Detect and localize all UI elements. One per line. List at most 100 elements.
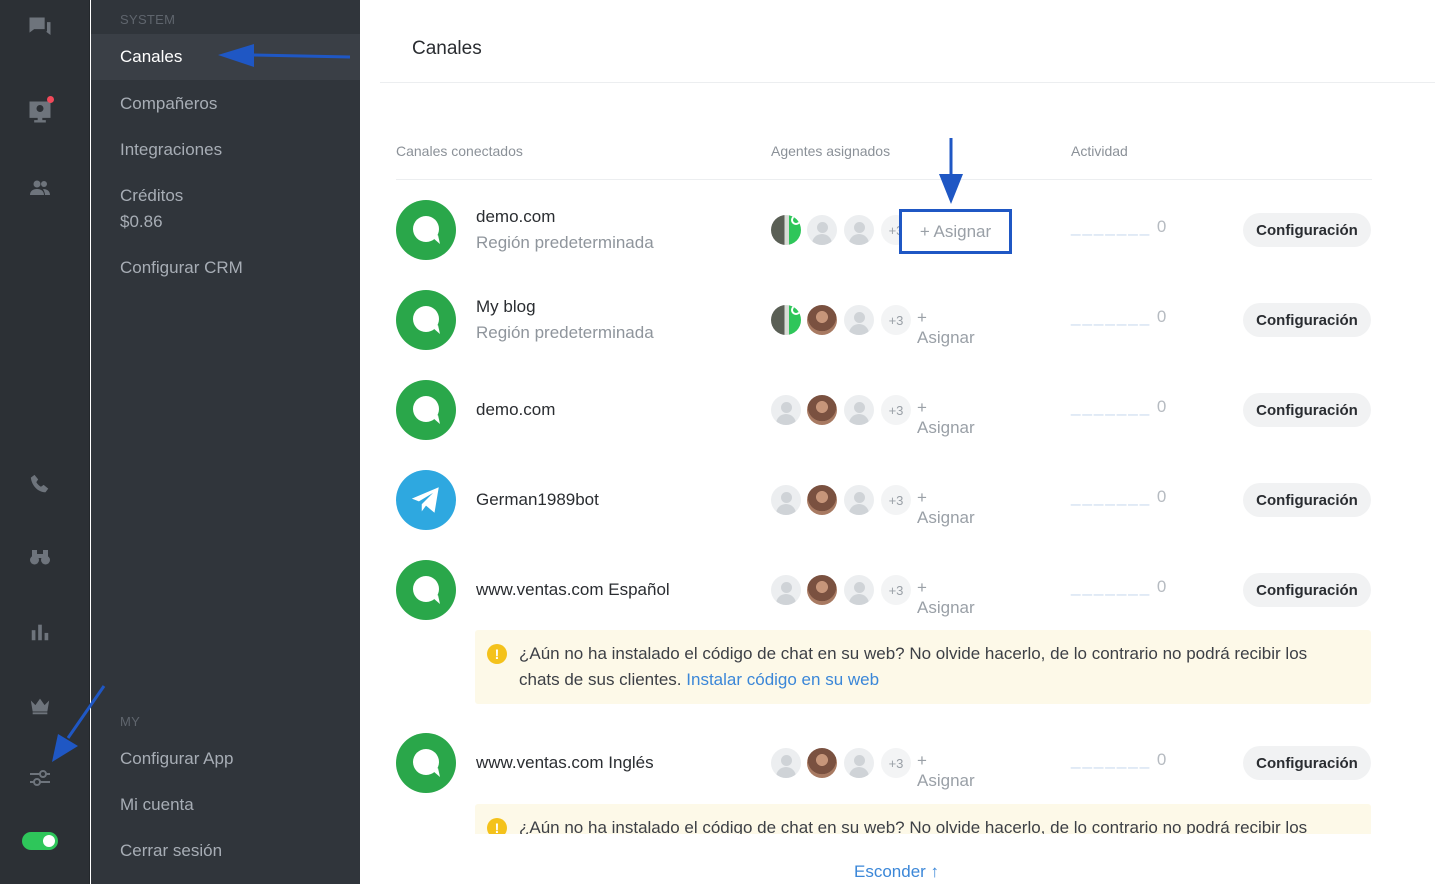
more-agents-badge[interactable]: +3 [881,485,911,515]
channel-name: German1989bot [476,490,599,509]
online-status-toggle[interactable] [22,832,58,850]
channel-row: German1989bot +3 + Asignar _______ 0 Con… [396,470,1372,530]
menu-section-system: SYSTEM [120,12,176,27]
assign-agent-button[interactable]: + Asignar [917,308,975,348]
scroll-clip: ! ¿Aún no ha instalado el código de chat… [360,804,1435,834]
activity-indicator: _______ 0 [1071,577,1168,596]
assign-agent-button[interactable]: + Asignar [917,578,975,618]
channel-row: My blog Región predeterminada +3 + Asign… [396,290,1372,350]
activity-indicator: _______ 0 [1071,217,1168,236]
configuration-button[interactable]: Configuración [1243,483,1371,517]
credits-label: Créditos [120,186,184,205]
avatar[interactable] [844,395,874,425]
webchat-channel-icon [396,380,456,440]
more-agents-badge[interactable]: +3 [881,575,911,605]
contacts-icon[interactable] [24,172,56,204]
menu-item-credits[interactable]: Créditos $0.86 [91,183,360,235]
activity-indicator: _______ 0 [1071,397,1168,416]
notification-dot [47,96,54,103]
credits-value: $0.86 [120,212,163,231]
activity-indicator: _______ 0 [1071,487,1168,506]
avatar[interactable] [844,575,874,605]
channel-name: demo.com [476,400,556,419]
phone-icon[interactable] [24,468,56,500]
avatar[interactable] [771,575,801,605]
assign-agent-button[interactable]: + Asignar [917,751,975,791]
channel-row: www.ventas.com Español +3 + Asignar ____… [396,560,1372,620]
configuration-button[interactable]: Configuración [1243,746,1371,780]
webchat-channel-icon [396,560,456,620]
install-code-warning: ! ¿Aún no ha instalado el código de chat… [475,630,1371,704]
avatar[interactable] [771,305,801,335]
statistics-icon[interactable] [24,616,56,648]
divider [396,179,1372,180]
more-agents-badge[interactable]: +3 [881,748,911,778]
install-code-warning: ! ¿Aún no ha instalado el código de chat… [475,804,1371,834]
channel-name: demo.com [476,207,556,226]
menu-item-my-account[interactable]: Mi cuenta [91,792,360,818]
avatar[interactable] [844,748,874,778]
avatar[interactable] [807,305,837,335]
configuration-button[interactable]: Configuración [1243,303,1371,337]
crown-icon[interactable] [24,690,56,722]
warning-text: ¿Aún no ha instalado el código de chat e… [519,644,1308,689]
menu-item-logout[interactable]: Cerrar sesión [91,838,360,864]
channel-region: Región predeterminada [476,323,654,342]
avatar[interactable] [771,395,801,425]
settings-sliders-icon[interactable] [24,762,56,794]
hide-link[interactable]: Esconder ↑ [854,862,939,882]
chat-icon[interactable] [24,12,56,44]
channel-name: www.ventas.com Inglés [476,753,654,772]
avatar[interactable] [844,305,874,335]
avatar[interactable] [771,485,801,515]
visitors-monitor-icon[interactable] [24,96,56,128]
avatar[interactable] [807,395,837,425]
binoculars-icon[interactable] [24,541,56,573]
menu-section-my: MY [120,714,141,729]
page-title: Canales [412,38,482,59]
telegram-channel-icon [396,470,456,530]
channel-name: www.ventas.com Español [476,580,670,599]
activity-indicator: _______ 0 [1071,750,1168,769]
channel-row: www.ventas.com Inglés +3 + Asignar _____… [396,733,1372,793]
avatar[interactable] [807,485,837,515]
configuration-button[interactable]: Configuración [1243,393,1371,427]
more-agents-badge[interactable]: +3 [881,395,911,425]
webchat-channel-icon [396,200,456,260]
activity-indicator: _______ 0 [1071,307,1168,326]
avatar[interactable] [771,215,801,245]
warning-icon: ! [487,644,507,664]
warning-text: ¿Aún no ha instalado el código de chat e… [519,818,1308,834]
webchat-channel-icon [396,733,456,793]
menu-item-integrations[interactable]: Integraciones [91,137,360,163]
settings-menu: SYSTEM Canales Compañeros Integraciones … [91,0,360,884]
warning-icon: ! [487,818,507,834]
avatar[interactable] [807,748,837,778]
menu-item-configure-app[interactable]: Configurar App [91,746,360,772]
column-header-agents: Agentes asignados [771,143,891,159]
configuration-button[interactable]: Configuración [1243,213,1371,247]
menu-item-crm[interactable]: Configurar CRM [91,255,360,281]
menu-item-label: Canales [120,47,183,66]
avatar[interactable] [807,575,837,605]
avatar[interactable] [771,748,801,778]
avatar[interactable] [844,215,874,245]
avatar[interactable] [844,485,874,515]
assign-agent-button[interactable]: + Asignar [917,398,975,438]
more-agents-badge[interactable]: +3 [881,305,911,335]
avatar[interactable] [807,215,837,245]
channel-region: Región predeterminada [476,233,654,252]
divider [380,82,1435,83]
channel-row: demo.com Región predeterminada +3 + Asig… [396,200,1372,260]
assign-agent-button[interactable]: + Asignar [899,209,1012,254]
webchat-channel-icon [396,290,456,350]
channel-name: My blog [476,297,536,316]
install-code-link[interactable]: Instalar código en su web [686,670,879,689]
configuration-button[interactable]: Configuración [1243,573,1371,607]
menu-item-colleagues[interactable]: Compañeros [91,91,360,117]
icon-rail [0,0,90,884]
assign-agent-button[interactable]: + Asignar [917,488,975,528]
menu-item-channels[interactable]: Canales [91,34,360,80]
channel-row: demo.com +3 + Asignar _______ 0 Configur… [396,380,1372,440]
column-header-channels: Canales conectados [396,143,523,159]
